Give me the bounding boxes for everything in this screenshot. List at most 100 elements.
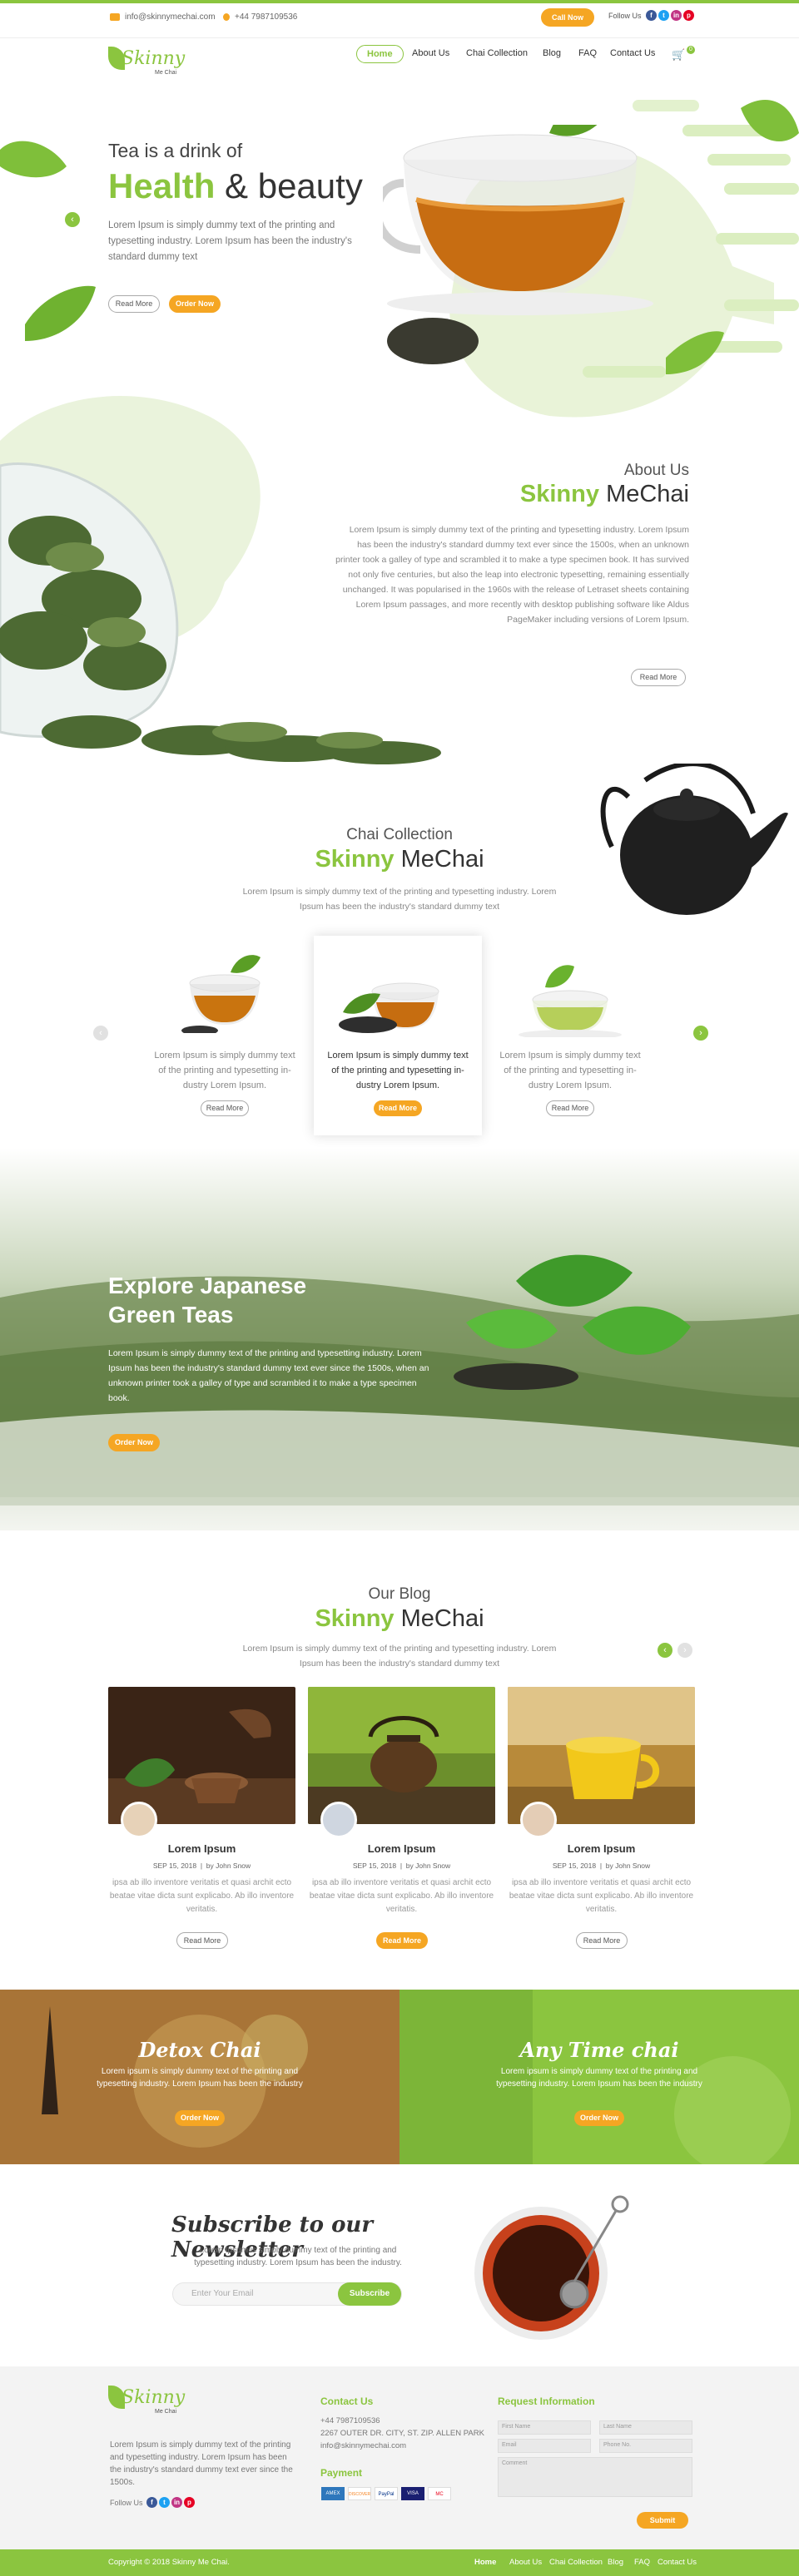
blog-read-more-button[interactable]: Read More [576, 1932, 628, 1949]
copyright-text: Copyright © 2018 Skinny Me Chai. [108, 2558, 230, 2567]
detox-chai-title: Detox Chai [138, 2038, 261, 2062]
blog-read-more-button[interactable]: Read More [176, 1932, 228, 1949]
tea-plantation-background [0, 1148, 799, 1530]
first-name-field[interactable]: First Name [498, 2420, 591, 2435]
blog-title: Skinny MeChai [315, 1605, 484, 1632]
nav-chai-collection[interactable]: Chai Collection [466, 48, 528, 58]
call-now-button[interactable]: Call Now [541, 8, 594, 27]
amex-icon: AMEX [321, 2487, 345, 2500]
pinterest-icon[interactable]: p [184, 2497, 195, 2508]
footer-nav-faq[interactable]: FAQ [634, 2558, 650, 2567]
discover-icon: DISCOVER [348, 2487, 371, 2500]
collection-title: Skinny MeChai [315, 846, 484, 873]
hero-order-now-button[interactable]: Order Now [169, 295, 221, 313]
avatar [520, 1802, 557, 1838]
footer-nav-chai-collection[interactable]: Chai Collection [549, 2558, 603, 2567]
collection-read-more-button[interactable]: Read More [546, 1100, 594, 1116]
explore-title: Explore Japanese Green Teas [108, 1273, 307, 1328]
collection-next-arrow[interactable]: › [693, 1026, 708, 1041]
detox-order-now-button[interactable]: Order Now [175, 2110, 225, 2126]
nav-contact[interactable]: Contact Us [610, 48, 655, 58]
submit-button[interactable]: Submit [637, 2512, 688, 2529]
twitter-icon[interactable]: t [658, 10, 669, 21]
collection-card-text: Lorem Ipsum is simply dummy text of the … [154, 1051, 295, 1090]
collection-read-more-button[interactable]: Read More [374, 1100, 422, 1116]
blog-kicker: Our Blog [368, 1585, 431, 1603]
blog-post-excerpt: ipsa ab illo inventore veritatis et quas… [109, 1878, 295, 1914]
tea-cup-image [339, 982, 439, 1033]
any-time-chai-text: Lorem ipsum is simply dummy text of the … [496, 2067, 702, 2089]
footer-contact-title: Contact Us [320, 2396, 374, 2407]
blog-post-title[interactable]: Lorem Ipsum [108, 1842, 295, 1855]
collection-card-text: Lorem Ipsum is simply dummy text of the … [499, 1051, 641, 1090]
subscribe-button[interactable]: Subscribe [338, 2282, 401, 2306]
nav-faq[interactable]: FAQ [578, 48, 597, 58]
footer-logo[interactable]: Skinny Me Chai [108, 2381, 200, 2419]
footer-nav-about[interactable]: About Us [509, 2558, 542, 2567]
instagram-icon[interactable]: in [171, 2497, 182, 2508]
collection-card: Lorem Ipsum is simply dummy text of the … [141, 936, 308, 1135]
blog-prev-arrow[interactable]: ‹ [658, 1643, 672, 1658]
about-read-more-button[interactable]: Read More [631, 669, 686, 686]
collection-card-text: Lorem Ipsum is simply dummy text of the … [327, 1051, 469, 1090]
mail-icon [110, 12, 120, 21]
footer-follow-label: Follow Us [110, 2499, 143, 2507]
explore-text: Lorem Ipsum is simply dummy text of the … [108, 1348, 429, 1403]
hero-read-more-button[interactable]: Read More [108, 295, 160, 313]
nav-home[interactable]: Home [356, 45, 404, 63]
page: info@skinnymechai.com +44 7987109536 Cal… [0, 0, 799, 2576]
any-time-chai-title: Any Time chai [519, 2038, 679, 2062]
cart-icon[interactable]: 🛒 [672, 48, 685, 62]
green-tea-cup-image [519, 965, 622, 1037]
collection-kicker: Chai Collection [346, 826, 453, 843]
facebook-icon[interactable]: f [646, 10, 657, 21]
email-field[interactable]: Email [498, 2439, 591, 2453]
avatar [121, 1802, 157, 1838]
last-name-field[interactable]: Last Name [599, 2420, 692, 2435]
pinterest-icon[interactable]: p [683, 10, 694, 21]
nav-blog[interactable]: Blog [543, 48, 561, 58]
footer-address: 2267 OUTER DR. CITY, ST. ZIP. ALLEN PARK [320, 2429, 484, 2438]
footer-payment-title: Payment [320, 2467, 363, 2479]
collection-prev-arrow[interactable]: ‹ [93, 1026, 108, 1041]
instagram-icon[interactable]: in [671, 10, 682, 21]
blog-read-more-button[interactable]: Read More [376, 1932, 428, 1949]
blog-post-meta: SEP 15, 2018 | by John Snow [552, 1862, 651, 1870]
visa-icon: VISA [401, 2487, 424, 2500]
hero-text: Lorem Ipsum is simply dummy text of the … [108, 220, 352, 262]
brand-name: Skinny [122, 48, 186, 69]
leaf-icon [0, 141, 67, 178]
hero-title: Health & beauty [108, 166, 363, 205]
nav-about[interactable]: About Us [412, 48, 449, 58]
newsletter-text: Lorem Ipsum is simply dummy text of the … [194, 2246, 402, 2267]
footer-phone[interactable]: +44 7987109536 [320, 2415, 380, 2427]
cart-count-badge: 0 [687, 46, 695, 54]
collection-card: Lorem Ipsum is simply dummy text of the … [487, 936, 653, 1135]
blog-post-meta: SEP 15, 2018 | by John Snow [352, 1862, 451, 1870]
footer-nav-contact[interactable]: Contact Us [658, 2558, 697, 2567]
topbar-email[interactable]: info@skinnymechai.com [110, 12, 216, 22]
mastercard-icon: MC [428, 2487, 451, 2500]
blog-next-arrow[interactable]: › [677, 1643, 692, 1658]
topbar-follow-label: Follow Us [608, 12, 642, 20]
any-time-order-now-button[interactable]: Order Now [574, 2110, 624, 2126]
twitter-icon[interactable]: t [159, 2497, 170, 2508]
footer-email[interactable]: info@skinnymechai.com [320, 2440, 406, 2452]
collection-read-more-button[interactable]: Read More [201, 1100, 249, 1116]
about-title: Skinny MeChai [519, 481, 689, 507]
blog-post-title[interactable]: Lorem Ipsum [308, 1842, 495, 1855]
facebook-icon[interactable]: f [146, 2497, 157, 2508]
blog-post-title[interactable]: Lorem Ipsum [508, 1842, 695, 1855]
footer-nav-blog[interactable]: Blog [608, 2558, 623, 2567]
teapot-illustration [600, 764, 788, 915]
hero-prev-arrow[interactable]: ‹ [65, 212, 80, 227]
footer-nav-home[interactable]: Home [474, 2558, 496, 2567]
comment-field[interactable]: Comment [498, 2457, 692, 2497]
phone-field[interactable]: Phone No. [599, 2439, 692, 2453]
topbar-phone[interactable]: +44 7987109536 [223, 12, 297, 22]
blog-text: Lorem Ipsum is simply dummy text of the … [242, 1644, 557, 1669]
about-kicker: About Us [623, 462, 689, 479]
avatar [320, 1802, 357, 1838]
tea-cup-image [181, 955, 261, 1033]
explore-order-now-button[interactable]: Order Now [108, 1434, 160, 1451]
